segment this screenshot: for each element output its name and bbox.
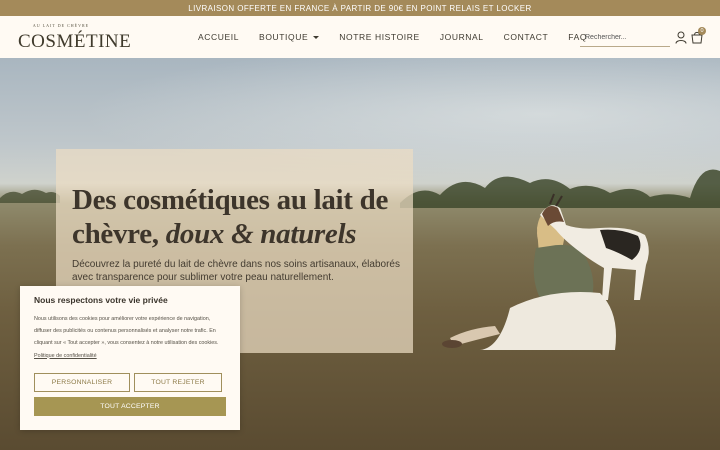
search-input[interactable] bbox=[580, 28, 670, 46]
hero-title-line1: Des cosmétiques au lait de bbox=[72, 184, 389, 216]
goat-image bbox=[540, 193, 649, 300]
cookie-consent-banner: Nous respectons votre vie privée Nous ut… bbox=[20, 286, 240, 430]
cookie-body: Nous utilisons des cookies pour améliore… bbox=[34, 316, 219, 347]
caret-down-icon bbox=[313, 35, 320, 39]
privacy-policy-link[interactable]: Politique de confidentialité bbox=[34, 353, 97, 359]
promo-bar: LIVRAISON OFFERTE EN FRANCE À PARTIR DE … bbox=[0, 0, 720, 16]
cart-count-badge: 0 bbox=[698, 27, 706, 35]
nav-item-boutique-label: BOUTIQUE bbox=[259, 32, 309, 42]
cookie-title: Nous respectons votre vie privée bbox=[34, 295, 168, 305]
search-box bbox=[580, 28, 670, 47]
logo-tagline: AU LAIT DE CHÈVRE bbox=[32, 23, 90, 28]
cookie-text: Nous utilisons des cookies pour améliore… bbox=[34, 313, 229, 362]
hero-title-line2: chèvre, bbox=[72, 218, 166, 250]
hero-subtitle: Découvrez la pureté du lait de chèvre da… bbox=[72, 259, 400, 283]
hero-title: Des cosmétiques au lait de chèvre, doux … bbox=[72, 183, 402, 251]
logo[interactable]: AU LAIT DE CHÈVRE COSMÉTINE bbox=[18, 23, 131, 53]
tree-left-image bbox=[0, 189, 60, 203]
nav-item-contact[interactable]: CONTACT bbox=[504, 32, 549, 42]
reject-all-button[interactable]: TOUT REJETER bbox=[134, 373, 222, 392]
hero-title-italic: doux & naturels bbox=[165, 218, 357, 250]
accept-all-button[interactable]: TOUT ACCEPTER bbox=[34, 397, 226, 416]
logo-name: COSMÉTINE bbox=[18, 31, 132, 52]
nav-item-accueil[interactable]: ACCUEIL bbox=[198, 32, 239, 42]
promo-text: LIVRAISON OFFERTE EN FRANCE À PARTIR DE … bbox=[188, 3, 532, 13]
nav-item-notre-histoire[interactable]: NOTRE HISTOIRE bbox=[339, 32, 420, 42]
nav-item-journal[interactable]: JOURNAL bbox=[440, 32, 484, 42]
site-header: AU LAIT DE CHÈVRE COSMÉTINE ACCUEIL BOUT… bbox=[0, 16, 720, 58]
main-nav: ACCUEIL BOUTIQUE NOTRE HISTOIRE JOURNAL … bbox=[198, 16, 587, 58]
nav-item-boutique[interactable]: BOUTIQUE bbox=[259, 32, 320, 42]
customize-button[interactable]: PERSONNALISER bbox=[34, 373, 130, 392]
user-icon[interactable] bbox=[675, 31, 687, 44]
